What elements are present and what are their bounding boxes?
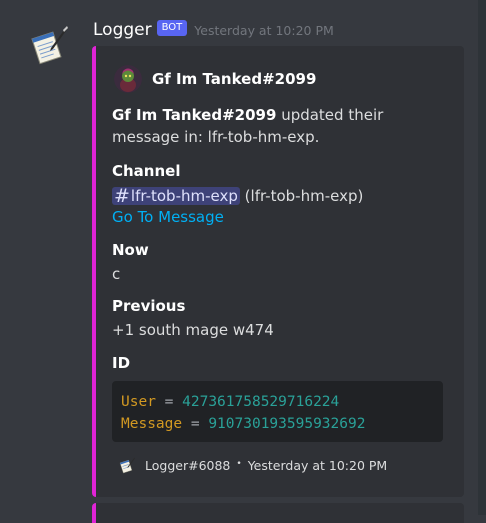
field-id-name: ID bbox=[112, 354, 131, 372]
code-user-value: 427361758529716224 bbox=[182, 394, 340, 410]
field-channel-name: Channel bbox=[112, 162, 181, 180]
field-channel-value: #lfr-tob-hm-exp (lfr-tob-hm-exp) bbox=[112, 185, 363, 207]
go-to-message-link[interactable]: Go To Message bbox=[112, 208, 224, 226]
code-message-value: 910730193595932692 bbox=[208, 416, 366, 432]
message-author[interactable]: Logger bbox=[93, 20, 152, 40]
embed-description: Gf Im Tanked#2099 updated their message … bbox=[112, 104, 452, 148]
bot-badge: BOT bbox=[156, 20, 188, 36]
channel-plain-name: (lfr-tob-hm-exp) bbox=[244, 187, 364, 205]
footer-separator: • bbox=[236, 459, 242, 469]
code-message-key: Message bbox=[121, 416, 183, 432]
user-avatar-icon bbox=[114, 65, 142, 93]
next-embed-card bbox=[92, 503, 464, 523]
embed-author: Gf Im Tanked#2099 bbox=[114, 65, 316, 93]
code-equals: = bbox=[155, 394, 183, 410]
footer-timestamp: Yesterday at 10:20 PM bbox=[247, 457, 388, 473]
embed-card: Gf Im Tanked#2099 Gf Im Tanked#2099 upda… bbox=[92, 46, 464, 497]
notepad-quill-icon bbox=[119, 457, 135, 474]
channel-hash-icon: # bbox=[114, 185, 130, 207]
channel-mention-label: lfr-tob-hm-exp bbox=[130, 187, 238, 205]
embed-footer: Logger#6088 • Yesterday at 10:20 PM bbox=[118, 456, 387, 474]
logger-avatar[interactable] bbox=[27, 22, 71, 66]
embed-author-name[interactable]: Gf Im Tanked#2099 bbox=[152, 70, 316, 88]
description-user: Gf Im Tanked#2099 bbox=[112, 106, 277, 124]
field-now-value: c bbox=[112, 265, 121, 283]
scrollbar-track[interactable] bbox=[478, 0, 486, 515]
message-header: Logger BOT Yesterday at 10:20 PM bbox=[93, 18, 334, 42]
id-codeblock[interactable]: User = 427361758529716224 Message = 9107… bbox=[112, 381, 443, 442]
channel-mention[interactable]: #lfr-tob-hm-exp bbox=[112, 185, 240, 207]
field-previous-name: Previous bbox=[112, 297, 186, 315]
notepad-quill-icon bbox=[31, 26, 68, 65]
footer-text: Logger#6088 bbox=[145, 457, 231, 473]
code-user-key: User bbox=[121, 394, 156, 410]
code-line-user: User = 427361758529716224 bbox=[121, 391, 434, 413]
message-timestamp[interactable]: Yesterday at 10:20 PM bbox=[194, 23, 334, 38]
field-now-name: Now bbox=[112, 241, 149, 259]
embed-author-avatar bbox=[114, 65, 142, 93]
code-equals: = bbox=[182, 416, 209, 432]
field-previous-value: +1 south mage w474 bbox=[112, 321, 274, 339]
code-line-message: Message = 910730193595932692 bbox=[121, 413, 434, 435]
